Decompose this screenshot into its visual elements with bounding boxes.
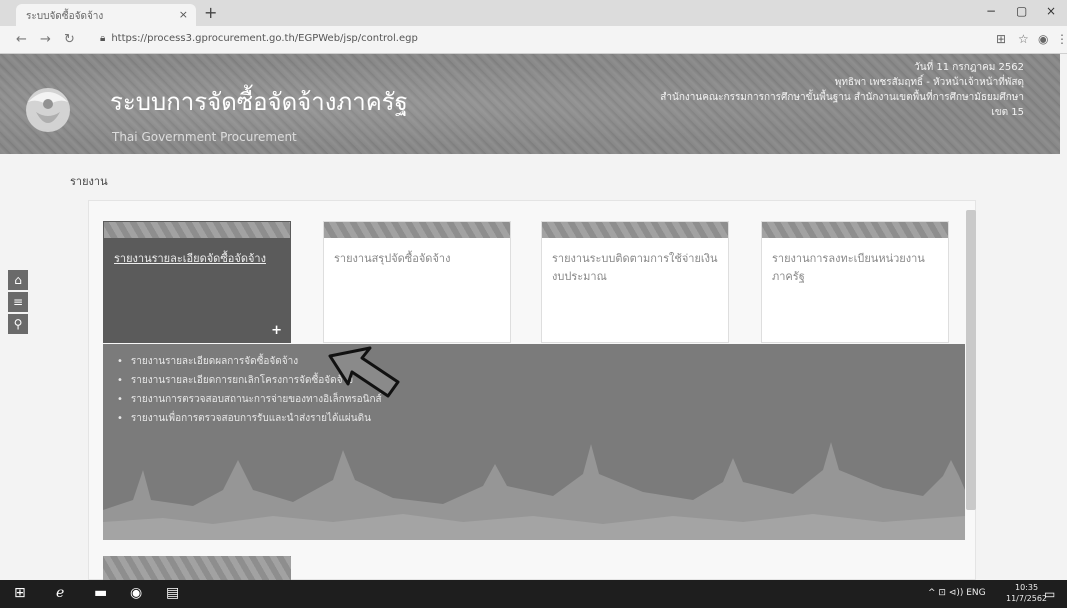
panel-scrollbar[interactable]	[966, 210, 976, 510]
user-name: พุทธิพา เพชรสัมฤทธิ์ - หัวหน้าเจ้าหน้าที…	[834, 77, 1024, 88]
side-toolbar: ⌂ ≡ ⚲	[8, 270, 28, 336]
temple-skyline-decoration	[103, 442, 965, 540]
breadcrumb: รายงาน	[70, 175, 108, 188]
card-procurement-detail[interactable]: รายงานรายละเอียดจัดซื้อจัดจ้าง +	[103, 221, 291, 343]
windows-taskbar: ⊞ e ▬ ◉ ▤ ^ ⊡ ⊲)) ENG 10:35 11/7/2562 ▭	[0, 580, 1067, 608]
card-label: รายงานรายละเอียดจัดซื้อจัดจ้าง	[114, 252, 266, 265]
card-procurement-summary[interactable]: รายงานสรุปจัดซื้อจัดจ้าง	[323, 221, 511, 343]
edge-browser-icon[interactable]: e	[56, 585, 64, 601]
card-budget-tracking[interactable]: รายงานระบบติดตามการใช้จ่ายเงินงบประมาณ	[541, 221, 729, 343]
organization: สำนักงานคณะกรรมการการศึกษาขั้นพื้นฐาน สำ…	[660, 92, 1024, 103]
lock-icon: 🔒︎	[100, 33, 106, 44]
card-label: รายงานสรุปจัดซื้อจัดจ้าง	[334, 252, 451, 265]
card-banner	[762, 222, 948, 238]
site-subtitle: Thai Government Procurement	[112, 130, 297, 144]
submenu-item-cancellation[interactable]: รายงานรายละเอียดการยกเลิกโครงการจัดซื้อจ…	[117, 371, 951, 390]
system-clock[interactable]: 10:35 11/7/2562	[1006, 582, 1047, 604]
reload-icon[interactable]: ↻	[64, 32, 75, 47]
new-tab-button[interactable]: +	[204, 3, 217, 22]
submenu-item-electronic-payment[interactable]: รายงานการตรวจสอบสถานะการจ่ายของทางอิเล็ก…	[117, 390, 951, 409]
minimize-button[interactable]: −	[986, 4, 996, 18]
garuda-logo-icon[interactable]	[18, 80, 78, 136]
back-icon[interactable]: ←	[16, 32, 27, 47]
card-agency-registration[interactable]: รายงานการลงทะเบียนหน่วยงานภาครัฐ	[761, 221, 949, 343]
address-bar-row: ← → ↻ 🔒︎ https://process3.gprocurement.go…	[0, 26, 1067, 54]
word-icon[interactable]: ▤	[166, 585, 179, 601]
windows-start-icon[interactable]: ⊞	[14, 585, 26, 601]
user-info: วันที่ 11 กรกฎาคม 2562 พุทธิพา เพชรสัมฤท…	[660, 60, 1024, 120]
card-label: รายงานระบบติดตามการใช้จ่ายเงินงบประมาณ	[552, 252, 718, 283]
site-title: ระบบการจัดซื้อจัดจ้างภาครัฐ	[110, 88, 408, 116]
forward-icon[interactable]: →	[40, 32, 51, 47]
card-banner	[542, 222, 728, 238]
menu-icon[interactable]: ≡	[8, 292, 28, 312]
expand-plus-icon[interactable]: +	[271, 323, 282, 338]
browser-tab-bar: ระบบจัดซื้อจัดจ้าง × + − ▢ ×	[0, 0, 1067, 26]
area-label: เขต 15	[991, 107, 1024, 118]
system-tray[interactable]: ^ ⊡ ⊲)) ENG	[928, 588, 986, 598]
url-field[interactable]: 🔒︎ https://process3.gprocurement.go.th/EG…	[100, 33, 418, 44]
translate-icon[interactable]: ⊞	[996, 32, 1006, 46]
card-banner	[104, 222, 290, 238]
clock-date: 11/7/2562	[1006, 594, 1048, 603]
current-date: วันที่ 11 กรกฎาคม 2562	[914, 62, 1024, 73]
submenu-item-revenue-check[interactable]: รายงานเพื่อการตรวจสอบการรับและนำส่งรายได…	[117, 409, 951, 428]
clock-time: 10:35	[1014, 583, 1039, 592]
file-explorer-icon[interactable]: ▬	[94, 585, 107, 601]
url-text: https://process3.gprocurement.go.th/EGPW…	[111, 33, 418, 44]
report-submenu: รายงานรายละเอียดผลการจัดซื้อจัดจ้าง รายง…	[103, 344, 965, 540]
card-banner	[324, 222, 510, 238]
site-header: ระบบการจัดซื้อจัดจ้างภาครัฐ Thai Governm…	[0, 54, 1060, 154]
home-icon[interactable]: ⌂	[8, 270, 28, 290]
card-label: รายงานการลงทะเบียนหน่วยงานภาครัฐ	[772, 252, 925, 283]
browser-tab[interactable]: ระบบจัดซื้อจัดจ้าง ×	[16, 4, 196, 26]
search-icon[interactable]: ⚲	[8, 314, 28, 334]
pointer-arrow-icon	[328, 346, 400, 398]
close-window-button[interactable]: ×	[1046, 4, 1056, 18]
tab-title: ระบบจัดซื้อจัดจ้าง	[26, 11, 104, 22]
tab-close-icon[interactable]: ×	[179, 8, 188, 21]
maximize-button[interactable]: ▢	[1016, 4, 1027, 18]
bookmark-star-icon[interactable]: ☆	[1018, 32, 1029, 46]
notification-icon[interactable]: ▭	[1044, 587, 1055, 601]
profile-icon[interactable]: ◉	[1038, 32, 1048, 46]
submenu-item-procurement-result[interactable]: รายงานรายละเอียดผลการจัดซื้อจัดจ้าง	[117, 352, 951, 371]
card-banner-partial	[103, 556, 291, 580]
chrome-icon[interactable]: ◉	[130, 585, 142, 601]
browser-menu-icon[interactable]: ⋮	[1056, 32, 1067, 46]
